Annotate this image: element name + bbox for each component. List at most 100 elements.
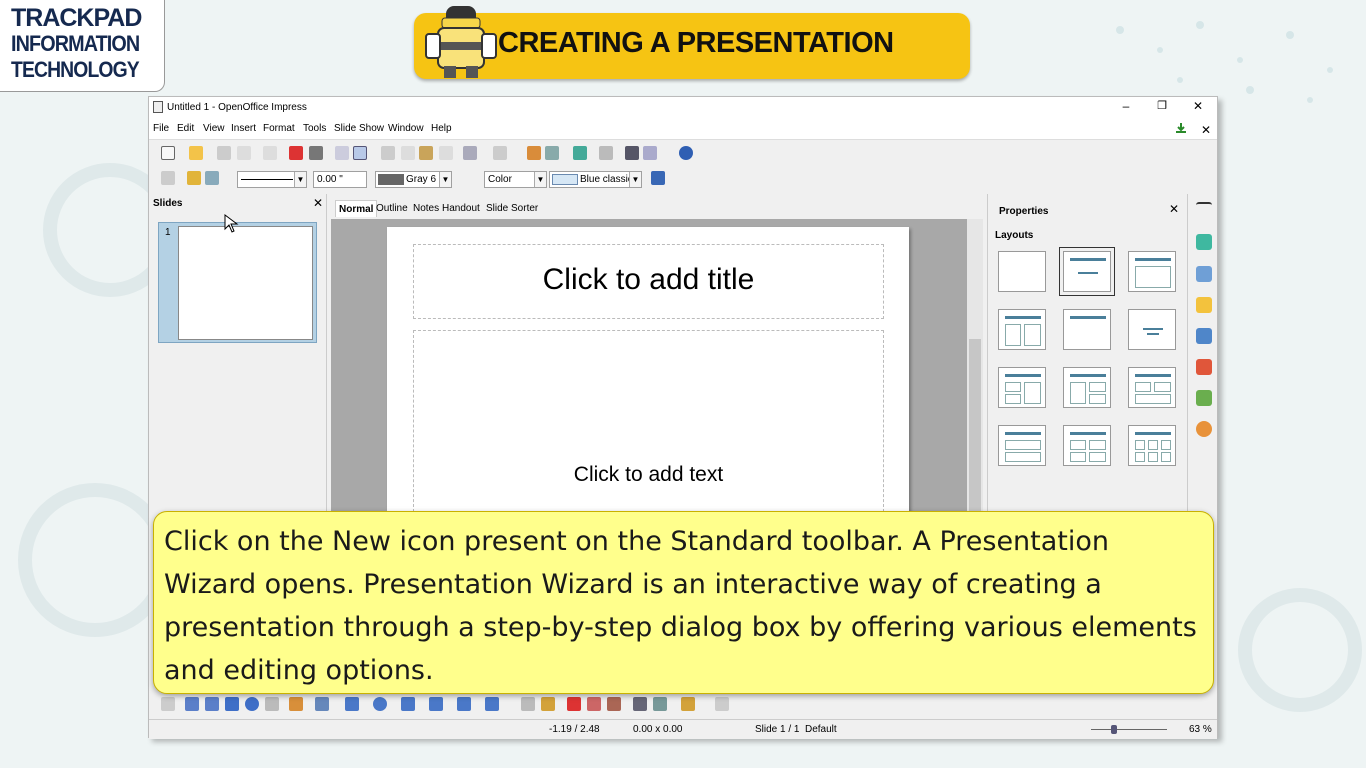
navigator-compass-icon[interactable] [1196,421,1212,437]
arrow-tool-icon[interactable] [205,697,219,711]
ellipse-tool-icon[interactable] [245,697,259,711]
menu-insert[interactable]: Insert [231,123,256,134]
symbol-shapes-icon[interactable] [373,697,387,711]
tab-normal[interactable]: Normal [335,200,378,217]
rotate-icon[interactable] [633,697,647,711]
save-icon[interactable] [217,146,231,160]
properties-deck-icon[interactable] [1196,234,1212,250]
select-icon[interactable] [161,697,175,711]
area-style-select[interactable]: Color ▼ [484,171,547,188]
chart-icon[interactable] [527,146,541,160]
custom-animation-icon[interactable] [1196,297,1212,313]
slide-thumbnail[interactable] [178,226,313,340]
menu-slide-show[interactable]: Slide Show [334,123,384,134]
area-fill-select[interactable]: Blue classic ▼ [549,171,642,188]
tab-handout[interactable]: Handout [439,200,483,217]
menu-view[interactable]: View [203,123,225,134]
flowchart-icon[interactable] [429,697,443,711]
menu-edit[interactable]: Edit [177,123,194,134]
menu-tools[interactable]: Tools [303,123,326,134]
curve-tool-icon[interactable] [289,697,303,711]
export-pdf-icon[interactable] [289,146,303,160]
layout-centered-text[interactable] [1128,309,1176,350]
new-icon[interactable] [161,146,175,160]
from-file-icon[interactable] [587,697,601,711]
layout-title-6content[interactable] [1128,425,1176,466]
zoom-percent[interactable]: 63 % [1189,724,1212,735]
layout-title-content-over-content[interactable] [998,425,1046,466]
alignment-icon[interactable] [653,697,667,711]
gallery-tool-icon[interactable] [607,697,621,711]
text-tool-icon[interactable] [265,697,279,711]
zoom-icon[interactable] [643,146,657,160]
paste-icon[interactable] [419,146,433,160]
maximize-button[interactable]: ❐ [1147,99,1177,117]
slide-transition-icon[interactable] [1196,328,1212,344]
tab-outline[interactable]: Outline [373,200,411,217]
help-icon[interactable] [679,146,693,160]
layout-title-only-2[interactable] [1063,309,1111,350]
shadow-icon[interactable] [651,171,665,185]
slides-pane-close-button[interactable]: ✕ [313,196,323,210]
clone-formatting-icon[interactable] [439,146,453,160]
line-icon[interactable] [187,171,201,185]
layout-title-2content-content[interactable] [998,367,1046,408]
edit-file-icon[interactable] [263,146,277,160]
line-style-select[interactable]: ▼ [237,171,307,188]
open-folder-icon[interactable] [189,146,203,160]
menu-file[interactable]: File [153,123,169,134]
display-views-icon[interactable] [573,146,587,160]
minimize-button[interactable]: – [1111,99,1141,117]
menu-format[interactable]: Format [263,123,295,134]
redo-icon[interactable] [493,146,507,160]
styles-icon[interactable] [1196,359,1212,375]
rectangle-tool-icon[interactable] [225,697,239,711]
copy-icon[interactable] [401,146,415,160]
layout-title-4content[interactable] [1063,425,1111,466]
line-tool-icon[interactable] [185,697,199,711]
print-icon[interactable] [309,146,323,160]
sidebar-menu-icon[interactable] [1196,202,1212,212]
text-placeholder[interactable] [413,330,884,517]
close-button[interactable]: ✕ [1183,99,1213,117]
autospellcheck-icon[interactable] [353,146,367,160]
extrusion-icon[interactable] [715,697,729,711]
properties-close-button[interactable]: ✕ [1169,202,1179,216]
close-document-button[interactable]: ✕ [1201,123,1211,137]
block-arrows-icon[interactable] [401,697,415,711]
object-icon[interactable] [161,171,175,185]
layout-title-two-content[interactable] [998,309,1046,350]
arrow-style-icon[interactable] [205,171,219,185]
menu-help[interactable]: Help [431,123,452,134]
tab-slide-sorter[interactable]: Slide Sorter [483,200,541,217]
layout-blank[interactable] [998,251,1046,292]
connector-tool-icon[interactable] [315,697,329,711]
update-download-icon[interactable] [1175,122,1187,134]
line-width-field[interactable]: 0.00 " [313,171,367,188]
email-icon[interactable] [237,146,251,160]
layout-title-content[interactable] [1059,247,1115,296]
navigator-icon[interactable] [625,146,639,160]
tab-notes[interactable]: Notes [410,200,442,217]
zoom-slider-handle[interactable] [1111,725,1117,734]
fontwork-icon[interactable] [567,697,581,711]
callouts-icon[interactable] [457,697,471,711]
cut-icon[interactable] [381,146,395,160]
spellcheck-icon[interactable] [335,146,349,160]
stars-icon[interactable] [485,697,499,711]
arrange-icon[interactable] [681,697,695,711]
menu-window[interactable]: Window [388,123,424,134]
zoom-slider[interactable] [1079,724,1179,736]
vertical-scrollbar-thumb[interactable] [969,339,981,517]
line-color-select[interactable]: Gray 6 ▼ [375,171,452,188]
master-pages-icon[interactable] [1196,266,1212,282]
basic-shapes-icon[interactable] [345,697,359,711]
points-icon[interactable] [521,697,535,711]
gallery-icon[interactable] [1196,390,1212,406]
table-icon[interactable] [545,146,559,160]
undo-icon[interactable] [463,146,477,160]
layout-title-only[interactable] [1128,251,1176,292]
layout-title-2content-over[interactable] [1128,367,1176,408]
glue-points-icon[interactable] [541,697,555,711]
grid-icon[interactable] [599,146,613,160]
